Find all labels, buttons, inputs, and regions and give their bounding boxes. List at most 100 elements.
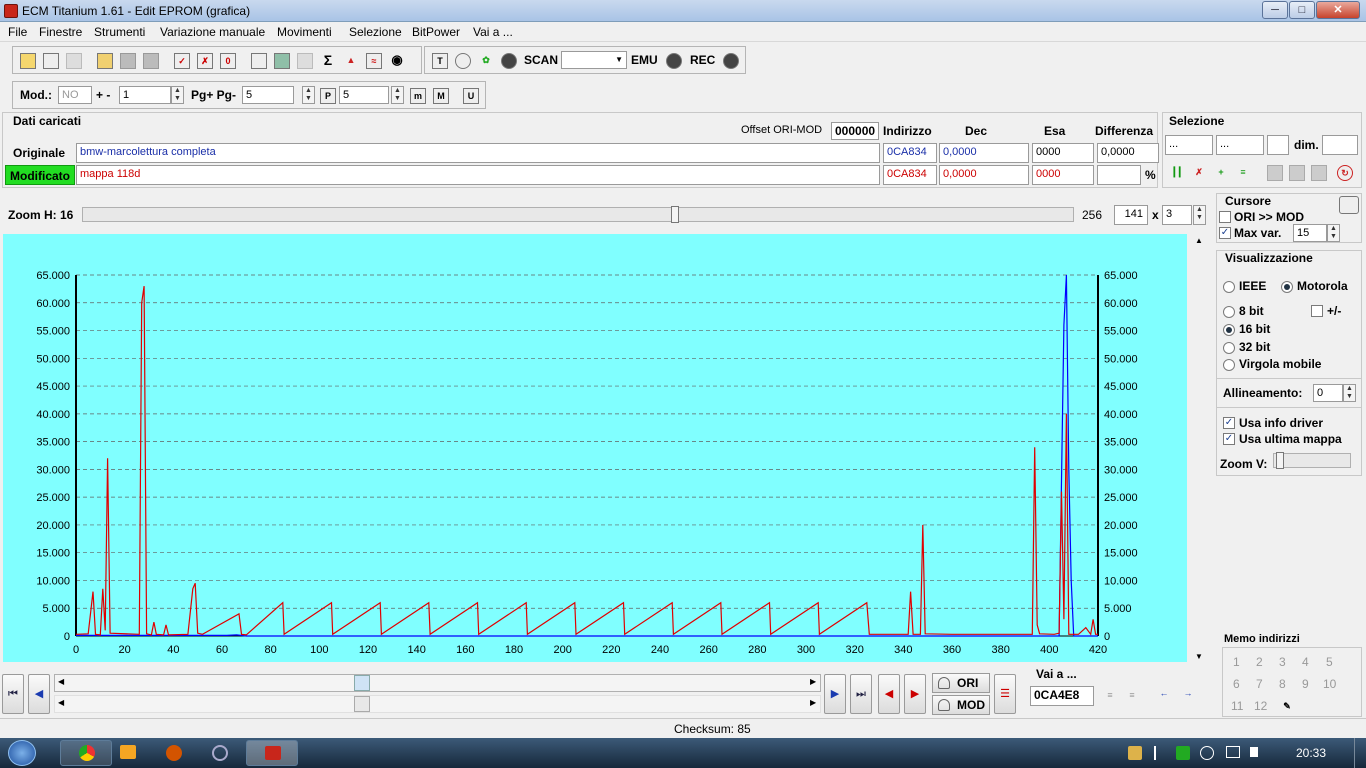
menu-bitpower[interactable]: BitPower xyxy=(412,25,460,39)
tray-network-icon[interactable] xyxy=(1226,746,1240,758)
menu-file[interactable]: File xyxy=(8,25,27,39)
zoom-h-slider[interactable] xyxy=(82,206,1074,223)
flag-icon[interactable]: ☰ xyxy=(994,674,1016,714)
modificato-label[interactable]: Modificato xyxy=(5,165,75,185)
maxvar-spinner[interactable]: ▲ ▼ xyxy=(1327,224,1340,242)
zoom-height-spinner[interactable]: ▲ ▼ xyxy=(1193,205,1206,225)
pg-spinner[interactable]: ▲ ▼ xyxy=(302,86,315,104)
close-button[interactable]: ✕ xyxy=(1316,1,1360,19)
memo-9[interactable]: 9 xyxy=(1302,677,1309,691)
plusminus-field[interactable]: 1 xyxy=(119,86,171,104)
calc-icon[interactable] xyxy=(274,53,290,69)
prev-button[interactable]: ◀ xyxy=(28,674,50,714)
checksum-icon[interactable]: ✗ xyxy=(197,53,213,69)
graph-icon[interactable]: ≈ xyxy=(366,53,382,69)
selezione-extra-field[interactable] xyxy=(1267,135,1289,155)
compare-icon[interactable] xyxy=(251,53,267,69)
memo-11[interactable]: 11 xyxy=(1231,699,1243,713)
menu-finestre[interactable]: Finestre xyxy=(39,25,82,39)
zoom-width-field[interactable]: 141 xyxy=(1114,205,1148,225)
modificato-diff[interactable] xyxy=(1097,165,1141,185)
allineamento-field[interactable]: 0 xyxy=(1313,384,1343,402)
zoom-v-thumb[interactable] xyxy=(1276,452,1284,469)
vaia-field[interactable]: 0CA4E8 xyxy=(1030,686,1094,706)
fine-right-icon[interactable]: ▶ xyxy=(810,698,816,707)
originale-diff[interactable]: 0,0000 xyxy=(1097,143,1159,163)
next-diff-button[interactable]: ▶ xyxy=(904,674,926,714)
lock-icon[interactable] xyxy=(455,53,471,69)
color-map-icon[interactable]: ▲ xyxy=(343,53,359,69)
dim-field[interactable] xyxy=(1322,135,1358,155)
plusminus-spinner[interactable]: ▲ ▼ xyxy=(171,86,184,104)
sum-icon[interactable]: Σ xyxy=(320,53,336,69)
memo-7[interactable]: 7 xyxy=(1256,677,1263,691)
selezione-start-field[interactable]: ... xyxy=(1165,135,1213,155)
memo-forward-icon[interactable]: → xyxy=(1180,686,1196,702)
memo-3[interactable]: 3 xyxy=(1279,655,1286,669)
ori-mod-checkbox[interactable] xyxy=(1219,211,1231,223)
open-folder-icon[interactable] xyxy=(97,53,113,69)
16bit-radio[interactable] xyxy=(1223,324,1235,336)
modificato-esa[interactable]: 0000 xyxy=(1032,165,1094,185)
memo-8[interactable]: 8 xyxy=(1279,677,1286,691)
scroll-right-icon[interactable]: ▶ xyxy=(810,677,816,686)
align-right-icon[interactable]: ≡ xyxy=(1124,688,1140,704)
next-button[interactable]: ▶ xyxy=(824,674,846,714)
menu-movimenti[interactable]: Movimenti xyxy=(277,25,332,39)
memo-back-icon[interactable]: ← xyxy=(1156,686,1172,702)
p-field[interactable]: 5 xyxy=(339,86,389,104)
text-icon[interactable]: T xyxy=(432,53,448,69)
first-page-button[interactable]: ⏮ xyxy=(2,674,24,714)
tray-tool-icon[interactable] xyxy=(1200,746,1214,760)
home-icon[interactable] xyxy=(20,53,36,69)
zoom-h-thumb[interactable] xyxy=(671,206,679,223)
usa-info-checkbox[interactable]: ✓ xyxy=(1223,417,1235,429)
signed-checkbox[interactable] xyxy=(1311,305,1323,317)
minimize-button[interactable]: ─ xyxy=(1262,1,1288,19)
last-page-button[interactable]: ⏭ xyxy=(850,674,872,714)
tools-icon[interactable] xyxy=(297,53,313,69)
modificato-name[interactable]: mappa 118d xyxy=(76,165,880,185)
scroll-up-icon[interactable]: ▲ xyxy=(1195,236,1203,245)
maximize-button[interactable]: □ xyxy=(1289,1,1315,19)
scan-select[interactable]: ▼ xyxy=(561,51,627,69)
scroll-left-icon[interactable]: ◀ xyxy=(58,677,64,686)
sel-copy-icon[interactable] xyxy=(1267,165,1283,181)
memo-10[interactable]: 10 xyxy=(1323,677,1336,691)
menu-selezione[interactable]: Selezione xyxy=(349,25,402,39)
memo-6[interactable]: 6 xyxy=(1233,677,1240,691)
p-spinner[interactable]: ▲ ▼ xyxy=(391,86,404,104)
fine-scrollbar[interactable]: ◀ ▶ xyxy=(54,695,821,713)
zoom-v-slider[interactable] xyxy=(1273,452,1351,469)
virgola-radio[interactable] xyxy=(1223,359,1235,371)
show-desktop-button[interactable] xyxy=(1354,738,1366,768)
zoom-height-field[interactable]: 3 xyxy=(1162,205,1192,225)
fine-left-icon[interactable]: ◀ xyxy=(58,698,64,707)
save-as-icon[interactable] xyxy=(143,53,159,69)
pg-field[interactable]: 5 xyxy=(242,86,294,104)
eprom-chart[interactable]: 0 05.000 5.00010.000 10.00015.000 15.00020.0… xyxy=(3,234,1187,662)
align-left-icon[interactable]: ≡ xyxy=(1102,688,1118,704)
memo-5[interactable]: 5 xyxy=(1326,655,1333,669)
sel-start-icon[interactable]: ┃┃ xyxy=(1169,165,1185,181)
fine-thumb[interactable] xyxy=(354,696,370,712)
sel-move-icon[interactable] xyxy=(1311,165,1327,181)
usa-ultima-checkbox[interactable]: ✓ xyxy=(1223,433,1235,445)
run-icon[interactable]: ✿ xyxy=(478,53,494,69)
rec-icon[interactable] xyxy=(723,53,739,69)
check-icon[interactable]: ✓ xyxy=(174,53,190,69)
chrome-taskbar-icon[interactable] xyxy=(60,740,112,766)
tray-check-icon[interactable] xyxy=(1176,746,1190,760)
modificato-dec[interactable]: 0,0000 xyxy=(939,165,1029,185)
scroll-down-icon[interactable]: ▼ xyxy=(1195,652,1203,661)
ori-button[interactable]: ORI xyxy=(932,673,990,693)
record-scan-icon[interactable] xyxy=(501,53,517,69)
emu-icon[interactable] xyxy=(666,53,682,69)
media-taskbar-icon[interactable] xyxy=(114,740,166,766)
counter-icon[interactable]: 0 xyxy=(220,53,236,69)
prev-diff-button[interactable]: ◀ xyxy=(878,674,900,714)
tray-app-icon[interactable] xyxy=(1128,746,1142,760)
app2-taskbar-icon[interactable] xyxy=(160,740,212,766)
position-thumb[interactable] xyxy=(354,675,370,691)
menu-vai-a[interactable]: Vai a ... xyxy=(473,25,513,39)
